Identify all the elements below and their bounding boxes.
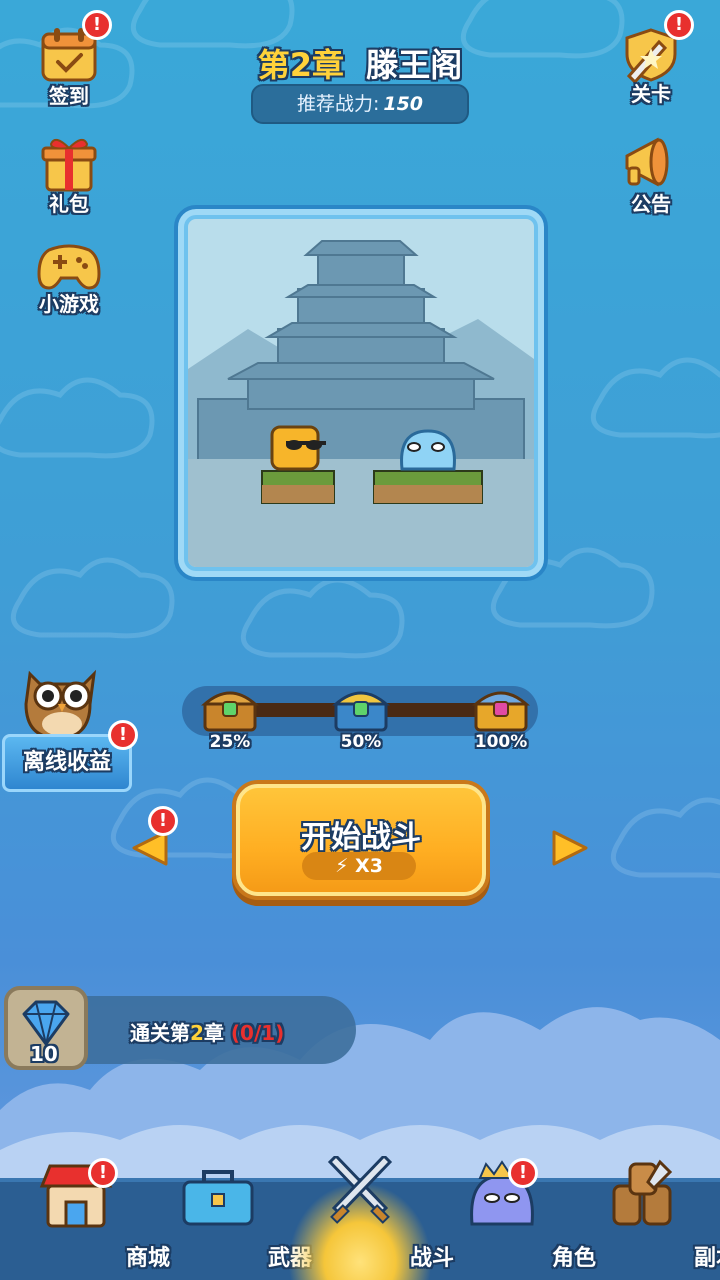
arrow-right-icon bbox=[552, 830, 588, 866]
quest-prefix: 通关第 bbox=[130, 1021, 190, 1045]
chest-100[interactable]: 100% bbox=[468, 686, 534, 752]
toolbox-icon bbox=[182, 1170, 254, 1226]
energy-cost-value: X3 bbox=[355, 855, 383, 877]
bottom-navigation: 商城 ! 武器 战斗 角色 ! bbox=[0, 1156, 720, 1280]
power-label: 推荐战力: bbox=[296, 93, 380, 115]
start-battle-label: 开始战斗 bbox=[301, 820, 421, 855]
chapter-number: 2 bbox=[289, 46, 312, 84]
nav-dungeon[interactable]: 副本 bbox=[572, 1159, 720, 1280]
checkin-button[interactable]: 签到 ! bbox=[24, 10, 114, 109]
chest-25-label: 25% bbox=[209, 732, 251, 752]
nav-shop[interactable]: 商城 ! bbox=[4, 1158, 170, 1280]
gift-pack-button[interactable]: 礼包 bbox=[24, 134, 114, 217]
quest-suffix: 章 bbox=[203, 1021, 224, 1045]
lightning-icon: ⚡ bbox=[335, 855, 349, 877]
start-battle-button[interactable]: 开始战斗 ⚡ X3 bbox=[236, 784, 486, 896]
chapter-suffix: 章 bbox=[311, 46, 344, 84]
announcement-label: 公告 bbox=[631, 192, 671, 216]
quest-progress: (0/1) bbox=[230, 1021, 285, 1045]
nav-character[interactable]: 角色 ! bbox=[430, 1158, 596, 1280]
minigame-label: 小游戏 bbox=[39, 292, 99, 316]
megaphone-icon bbox=[625, 137, 669, 187]
nav-shop-alert-badge: ! bbox=[88, 1158, 118, 1188]
gift-icon bbox=[41, 138, 97, 192]
treasure-chest-icon bbox=[472, 691, 530, 732]
gamepad-icon bbox=[37, 244, 101, 290]
chapter-prefix: 第 bbox=[257, 46, 290, 84]
nav-character-alert-badge: ! bbox=[508, 1158, 538, 1188]
gift-pack-label: 礼包 bbox=[49, 192, 89, 216]
nav-dungeon-label: 副本 bbox=[693, 1246, 720, 1271]
crossed-swords-icon bbox=[327, 1156, 393, 1224]
quest-chapter-number: 2 bbox=[190, 1021, 204, 1045]
levels-alert-badge: ! bbox=[664, 10, 694, 40]
next-chapter-arrow[interactable] bbox=[548, 826, 592, 874]
energy-cost: ⚡ X3 bbox=[302, 852, 416, 880]
checkin-alert-badge: ! bbox=[82, 10, 112, 40]
chapter-name: 滕王阁 bbox=[366, 46, 463, 84]
chest-25[interactable]: 25% bbox=[197, 686, 263, 752]
levels-button[interactable]: 关卡 ! bbox=[606, 10, 696, 107]
treasure-chest-icon bbox=[332, 691, 390, 732]
chapter-scene-image bbox=[188, 219, 534, 567]
levels-label: 关卡 bbox=[631, 82, 671, 106]
owl-mascot-icon bbox=[24, 669, 97, 740]
chest-100-label: 100% bbox=[474, 732, 528, 752]
wood-axe-icon bbox=[612, 1159, 673, 1226]
checkin-label: 签到 bbox=[49, 84, 89, 108]
quest-reward-amount: 10 bbox=[30, 1042, 58, 1066]
offline-alert-badge: ! bbox=[108, 720, 138, 750]
power-value: 150 bbox=[383, 93, 424, 115]
offline-earnings-label: 离线收益 bbox=[22, 750, 111, 775]
chapter-quest-text: 通关第2章 (0/1) bbox=[130, 1017, 284, 1046]
chest-50[interactable]: 50% bbox=[328, 686, 394, 752]
minigame-button[interactable]: 小游戏 bbox=[24, 234, 114, 317]
nav-battle[interactable]: 战斗 bbox=[288, 1156, 454, 1280]
nav-weapons[interactable]: 武器 bbox=[146, 1170, 312, 1280]
announcement-button[interactable]: 公告 bbox=[606, 134, 696, 217]
previous-chapter-alert-badge: ! bbox=[148, 806, 178, 836]
recommended-power: 推荐战力: 150 bbox=[251, 84, 469, 124]
treasure-chest-icon bbox=[201, 691, 259, 732]
chest-50-label: 50% bbox=[340, 732, 382, 752]
